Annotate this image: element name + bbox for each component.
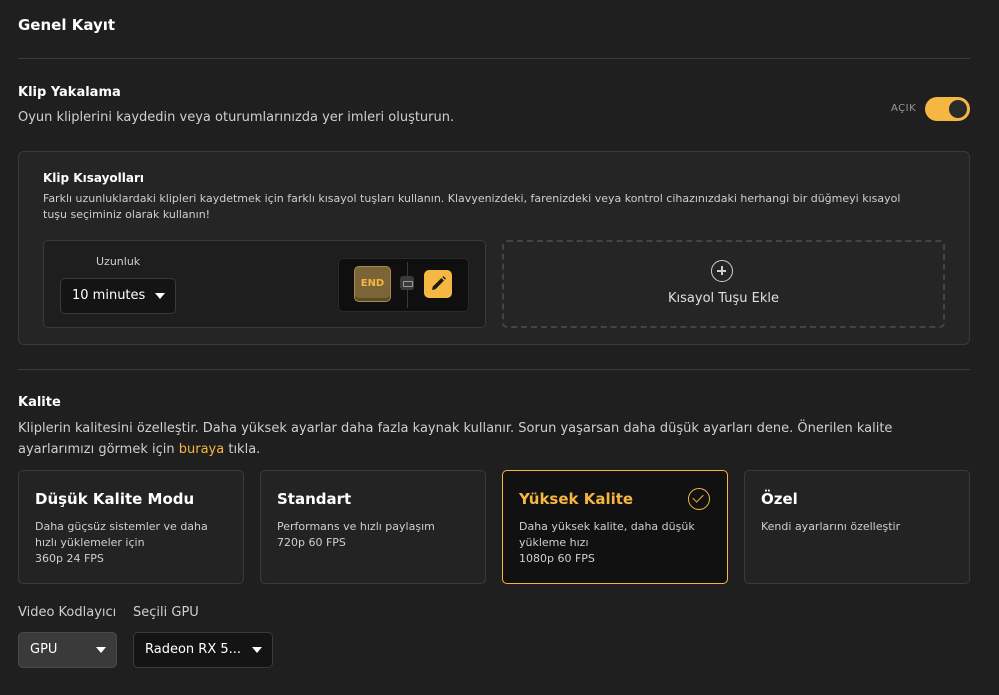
quality-option-description: Daha yüksek kalite, daha düşük yükleme h…	[519, 519, 699, 567]
gpu-value: Radeon RX 5...	[145, 642, 242, 657]
clip-shortcuts-title: Klip Kısayolları	[43, 171, 144, 185]
end-key-cap: END	[354, 266, 391, 302]
add-shortcut-button[interactable]	[502, 240, 945, 328]
chevron-down-icon	[96, 647, 106, 653]
add-shortcut-label: Kısayol Tuşu Ekle	[668, 291, 779, 306]
duration-value: 10 minutes	[72, 288, 146, 303]
quality-option-spec: 1080p 60 FPS	[519, 552, 595, 565]
quality-option-desc-text: Daha yüksek kalite, daha düşük yükleme h…	[519, 520, 695, 549]
clip-capture-toggle[interactable]	[925, 97, 970, 121]
quality-description: Kliplerin kalitesini özelleştir. Daha yü…	[18, 418, 958, 460]
edit-shortcut-button[interactable]	[424, 270, 452, 298]
toggle-knob	[949, 100, 967, 118]
video-encoder-value: GPU	[30, 642, 58, 657]
quality-option-title: Özel	[761, 490, 798, 508]
quality-option-description: Kendi ayarlarını özelleştir	[761, 519, 951, 535]
chevron-down-icon	[252, 647, 262, 653]
clip-shortcuts-description: Farklı uzunluklardaki klipleri kaydetmek…	[43, 192, 901, 221]
check-circle-icon	[688, 488, 710, 510]
quality-option-description: Daha güçsüz sistemler ve daha hızlı yükl…	[35, 519, 225, 567]
video-encoder-select[interactable]: GPU	[18, 632, 117, 668]
gpu-select[interactable]: Radeon RX 5...	[133, 632, 273, 668]
quality-option-desc-text: Kendi ayarlarını özelleştir	[761, 520, 901, 533]
quality-option-low[interactable]: Düşük Kalite Modu Daha güçsüz sistemler …	[18, 470, 244, 584]
quality-option-standard[interactable]: Standart Performans ve hızlı paylaşım 720…	[260, 470, 486, 584]
quality-option-title: Standart	[277, 490, 352, 508]
quality-option-high[interactable]: Yüksek Kalite Daha yüksek kalite, daha d…	[502, 470, 728, 584]
clip-capture-description: Oyun kliplerini kaydedin veya oturumları…	[18, 110, 455, 125]
quality-option-title: Yüksek Kalite	[519, 490, 634, 508]
gpu-label: Seçili GPU	[133, 605, 199, 620]
video-encoder-label: Video Kodlayıcı	[18, 605, 117, 620]
quality-description-text: Kliplerin kalitesini özelleştir. Daha yü…	[18, 421, 893, 457]
quality-title: Kalite	[18, 395, 61, 410]
chevron-down-icon	[155, 293, 165, 299]
clip-capture-title: Klip Yakalama	[18, 85, 121, 100]
duration-select[interactable]: 10 minutes	[60, 278, 176, 314]
quality-option-title: Düşük Kalite Modu	[35, 490, 195, 508]
divider	[18, 58, 970, 59]
quality-option-desc-text: Performans ve hızlı paylaşım	[277, 520, 435, 533]
plus-circle-icon	[711, 260, 733, 282]
pencil-icon	[432, 276, 446, 290]
quality-description-end: tıkla.	[224, 442, 261, 457]
divider	[18, 369, 970, 370]
quality-option-desc-text: Daha güçsüz sistemler ve daha hızlı yükl…	[35, 520, 208, 549]
keyboard-icon	[400, 276, 414, 290]
quality-option-description: Performans ve hızlı paylaşım 720p 60 FPS	[277, 519, 467, 551]
quality-option-spec: 720p 60 FPS	[277, 536, 346, 549]
duration-label: Uzunluk	[96, 255, 141, 268]
quality-option-spec: 360p 24 FPS	[35, 552, 104, 565]
quality-option-custom[interactable]: Özel Kendi ayarlarını özelleştir	[744, 470, 970, 584]
page-title: Genel Kayıt	[18, 16, 116, 34]
recommended-settings-link[interactable]: buraya	[179, 442, 224, 457]
toggle-state-label: AÇIK	[891, 103, 917, 114]
